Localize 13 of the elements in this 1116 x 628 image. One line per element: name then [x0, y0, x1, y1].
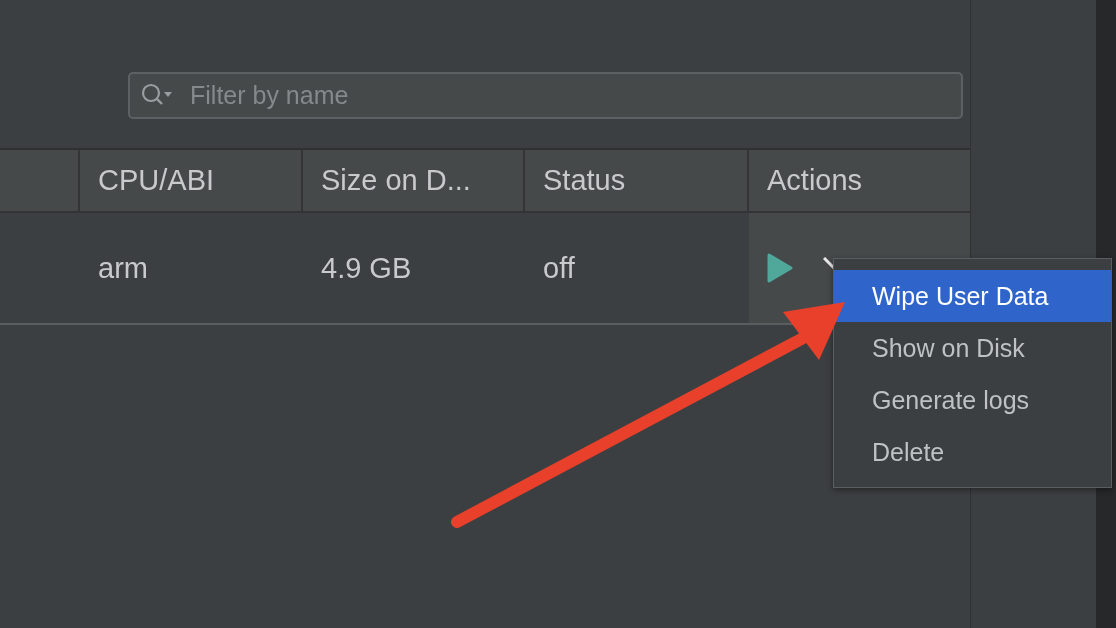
menu-item[interactable]: Generate logs [834, 374, 1111, 426]
menu-item[interactable]: Wipe User Data [834, 270, 1111, 322]
column-header[interactable]: CPU/ABI [98, 164, 215, 197]
search-field[interactable]: Filter by name [128, 72, 963, 119]
menu-item[interactable]: Show on Disk [834, 322, 1111, 374]
column-header[interactable]: Status [543, 164, 626, 197]
table-cell: 4.9 GB [321, 251, 412, 285]
play-icon[interactable] [767, 253, 793, 283]
table-cell: off [543, 251, 575, 285]
table-cell: arm [98, 251, 148, 285]
column-header[interactable]: Actions [767, 164, 863, 197]
column-header[interactable]: Size on D... [321, 164, 471, 197]
menu-item[interactable]: Delete [834, 426, 1111, 478]
